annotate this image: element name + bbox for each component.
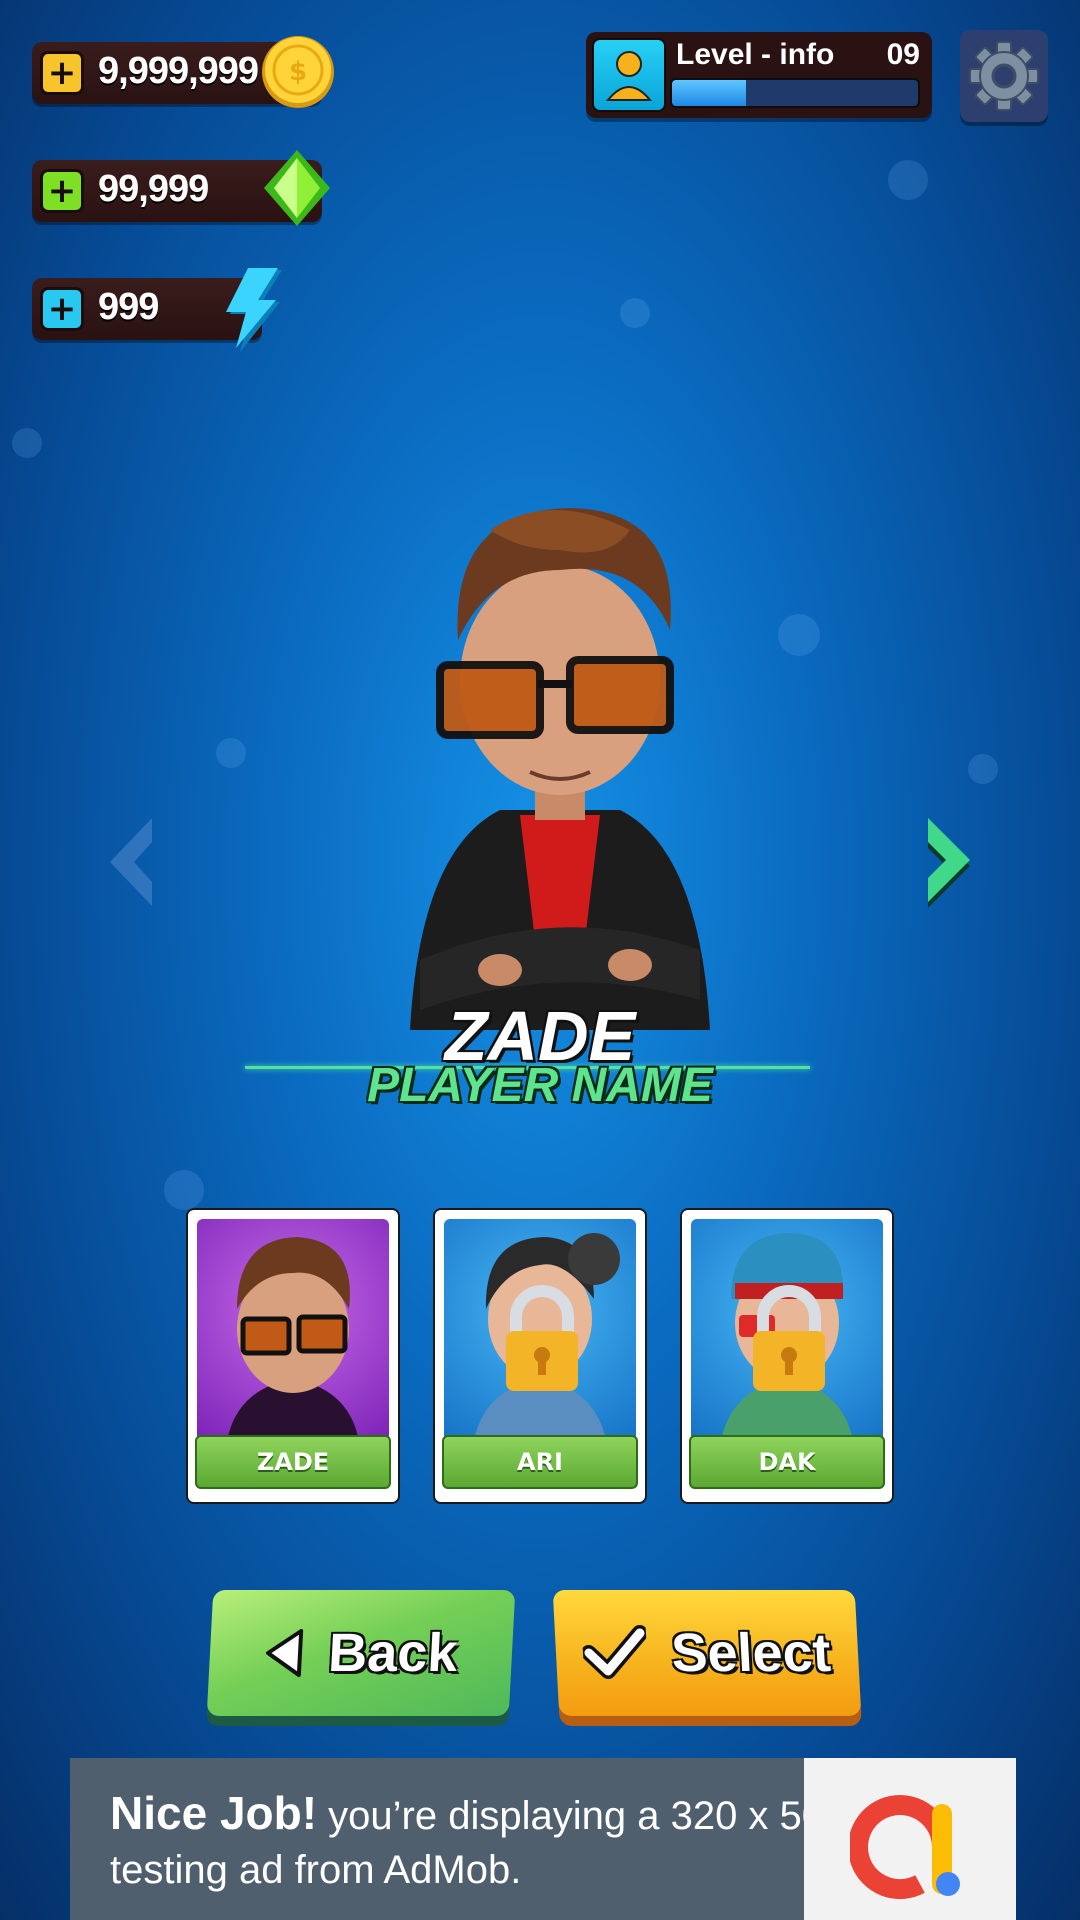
character-card-label: ARI	[442, 1435, 638, 1489]
padlock-icon	[753, 1285, 825, 1391]
admob-logo	[804, 1758, 1016, 1920]
bg-bubble	[216, 738, 246, 768]
level-number: 09	[886, 38, 920, 71]
previous-character-arrow[interactable]	[100, 812, 170, 912]
ad-headline: Nice Job!	[110, 1787, 318, 1839]
next-character-arrow[interactable]	[910, 812, 980, 912]
bg-bubble	[12, 428, 42, 458]
user-icon	[605, 51, 653, 101]
character-card-dak[interactable]: DAK	[680, 1208, 894, 1504]
bg-bubble	[888, 160, 928, 200]
back-triangle-icon	[266, 1629, 304, 1677]
character-portrait	[444, 1219, 636, 1441]
ad-line-1: you’re displaying a 320 x 50	[317, 1794, 825, 1838]
lightning-icon	[226, 268, 282, 352]
character-card-label: DAK	[689, 1435, 885, 1489]
gold-coin-icon: $	[262, 36, 334, 108]
character-portrait	[197, 1219, 389, 1441]
back-button[interactable]: Back	[206, 1590, 516, 1716]
player-name-label: PLAYER NAME	[367, 1059, 713, 1112]
character-portrait	[691, 1219, 883, 1441]
level-progress-bar	[670, 78, 920, 108]
back-button-label: Back	[326, 1623, 460, 1683]
select-button-label: Select	[669, 1623, 833, 1683]
bg-bubble	[620, 298, 650, 328]
gear-icon	[969, 41, 1039, 111]
checkmark-icon	[581, 1625, 649, 1679]
level-title: Level - info	[676, 38, 835, 71]
character-card-label: ZADE	[195, 1435, 391, 1489]
level-info-panel[interactable]: Level - info 09	[586, 32, 932, 118]
gems-amount: 99,999	[98, 168, 209, 210]
coins-amount: 9,999,999	[98, 50, 259, 92]
settings-button[interactable]	[960, 30, 1048, 122]
ad-line-2: testing ad from AdMob.	[110, 1848, 522, 1892]
character-card-zade[interactable]: ZADE	[186, 1208, 400, 1504]
energy-amount: 999	[98, 286, 159, 328]
add-gems-button[interactable]: +	[40, 169, 84, 213]
select-button[interactable]: Select	[552, 1590, 862, 1716]
bg-bubble	[968, 754, 998, 784]
green-gem-icon	[264, 150, 330, 226]
admob-test-banner[interactable]: Nice Job! you’re displaying a 320 x 50 t…	[70, 1758, 1016, 1920]
player-avatar	[592, 38, 666, 112]
bg-bubble	[778, 614, 820, 656]
add-energy-button[interactable]: +	[40, 287, 84, 331]
svg-text:$: $	[289, 57, 307, 87]
admob-logo-icon	[850, 1795, 960, 1900]
character-card-ari[interactable]: ARI	[433, 1208, 647, 1504]
level-progress-fill	[672, 80, 746, 106]
ad-text: Nice Job! you’re displaying a 320 x 50 t…	[110, 1786, 830, 1897]
bg-bubble	[164, 1170, 204, 1210]
hero-character-image	[410, 508, 710, 1030]
padlock-icon	[506, 1285, 578, 1391]
add-coins-button[interactable]: +	[40, 51, 84, 95]
